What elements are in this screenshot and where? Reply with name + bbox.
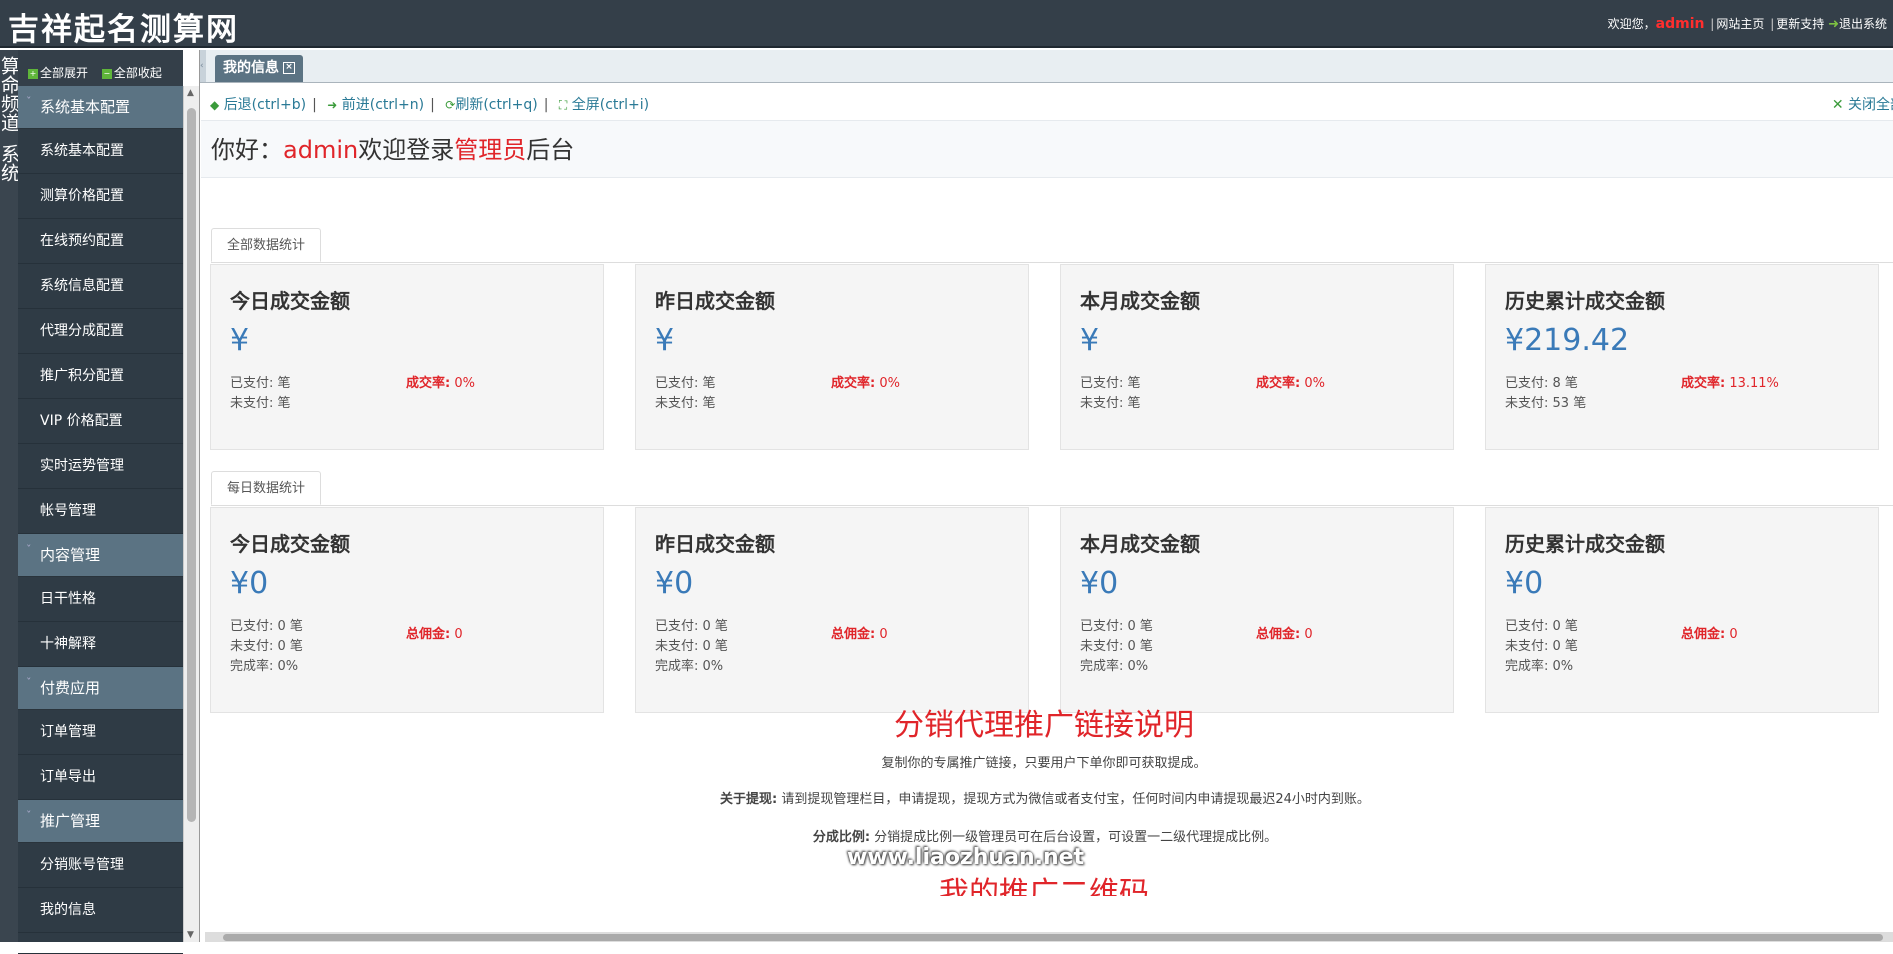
sidebar-item[interactable]: 十神解释 — [18, 622, 183, 667]
nav-toolbar: ◆ 后退(ctrl+b) | ➜ 前进(ctrl+n) | ⟳刷新(ctrl+q) |… — [200, 83, 1893, 121]
scrollbar-thumb[interactable] — [223, 934, 1883, 941]
sidebar-group-content[interactable]: ˇ 内容管理 — [18, 534, 183, 577]
sidebar-group-promotion[interactable]: ˇ 推广管理 — [18, 800, 183, 843]
sidebar-item[interactable]: 实时运势管理 — [18, 444, 183, 489]
divider: | — [1770, 17, 1775, 31]
sidebar-item[interactable]: 我的信息 — [18, 888, 183, 933]
daily-stat-card: 历史累计成交金额 ¥0 已支付: 0 笔 未支付: 0 笔 完成率: 0% 总佣… — [1485, 507, 1879, 713]
daily-stat-card: 昨日成交金额 ¥0 已支付: 0 笔 未支付: 0 笔 完成率: 0% 总佣金:… — [635, 507, 1029, 713]
sidebar-item[interactable]: 系统信息配置 — [18, 264, 183, 309]
fullscreen-icon: ⛶ — [558, 98, 568, 112]
collapse-all-button[interactable]: − 全部收起 — [101, 64, 162, 81]
minus-icon: − — [101, 68, 112, 79]
sidebar-item[interactable]: 系统基本配置 — [18, 129, 183, 174]
site-home-link[interactable]: 网站主页 — [1716, 17, 1764, 31]
sidebar-group-system[interactable]: ˇ 系统基本配置 — [18, 86, 183, 129]
scroll-down-icon[interactable]: ▼ — [187, 930, 194, 940]
stat-card: 历史累计成交金额 ¥219.42 已支付: 8 笔 未支付: 53 笔 成交率:… — [1485, 264, 1879, 450]
back-arrow-icon: ◆ — [210, 98, 220, 112]
sidebar-menu: ˇ 系统基本配置 系统基本配置 测算价格配置 在线预约配置 系统信息配置 代理分成… — [18, 86, 183, 954]
distribution-title: 分销代理推广链接说明 — [894, 708, 1194, 743]
sidebar-item[interactable]: 推广积分配置 — [18, 354, 183, 399]
fullscreen-button[interactable]: 全屏(ctrl+i) — [572, 97, 649, 113]
distribution-subtitle: 复制你的专属推广链接，只要用户下单你即可获取提成。 — [881, 756, 1207, 771]
logout-arrow-icon: ➜ — [1828, 17, 1839, 32]
close-icon: ✕ — [1831, 97, 1844, 113]
chevron-down-icon: ˇ — [26, 676, 32, 689]
plus-icon: + — [28, 68, 38, 79]
system-label[interactable]: 系统 — [0, 144, 20, 182]
sidebar-item[interactable]: 帐号管理 — [18, 489, 183, 534]
sidebar-item[interactable]: 推广 — [18, 933, 183, 954]
welcome-banner: 你好：admin欢迎登录管理员后台 — [201, 120, 1893, 178]
logout-link[interactable]: 退出系统 — [1839, 17, 1887, 31]
close-all-button[interactable]: ✕ 关闭全部 — [1832, 94, 1893, 114]
expand-all-button[interactable]: + 全部展开 — [28, 64, 88, 81]
scroll-up-icon[interactable]: ▲ — [187, 88, 194, 98]
sidebar-item[interactable]: 代理分成配置 — [18, 309, 183, 354]
chevron-down-icon: ˇ — [26, 95, 32, 108]
watermark: www.liaozhuan.net — [847, 845, 1085, 870]
sidebar-item[interactable]: 在线预约配置 — [18, 219, 183, 264]
tab-scroll-left-icon[interactable]: ‹ — [200, 50, 206, 82]
ratio-note: 分成比例: 分销提成比例一级管理员可在后台设置，可设置一二级代理提成比例。 — [812, 830, 1278, 845]
divider: | — [1710, 17, 1715, 31]
welcome-prefix: 欢迎您， — [1607, 17, 1656, 31]
tab-bar: ‹ 我的信息 × — [200, 50, 1893, 83]
channel-label[interactable]: 算命频道 — [0, 56, 20, 132]
tab-close-icon[interactable]: × — [283, 62, 295, 74]
daily-stat-card: 今日成交金额 ¥0 已支付: 0 笔 未支付: 0 笔 完成率: 0% 总佣金:… — [210, 507, 604, 713]
withdraw-note: 关于提现: 请到提现管理栏目，申请提现，提现方式为微信或者支付宝，任何时间内申请… — [720, 792, 1370, 807]
sidebar-item[interactable]: 测算价格配置 — [18, 174, 183, 219]
sidebar-item[interactable]: 订单管理 — [18, 710, 183, 755]
qr-code-title: 我的推广二维码 — [939, 876, 1149, 896]
forward-arrow-icon: ➜ — [327, 98, 338, 112]
scrollbar-thumb[interactable] — [187, 108, 196, 822]
chevron-down-icon: ˇ — [26, 543, 32, 556]
sidebar-item[interactable]: 日干性格 — [18, 577, 183, 622]
top-header: 吉祥起名测算网 欢迎您，admin | 网站主页 | 更新支持 ➜退出系统 — [0, 0, 1893, 48]
refresh-icon: ⟳ — [445, 98, 456, 112]
sidebar-item[interactable]: 分销账号管理 — [18, 843, 183, 888]
stat-card: 昨日成交金额 ¥ 已支付: 笔 未支付: 笔 成交率: 0% — [635, 264, 1029, 450]
section-divider — [211, 505, 1893, 506]
header-username: admin — [1655, 16, 1705, 32]
refresh-button[interactable]: 刷新(ctrl+q) — [455, 97, 537, 113]
tab-daily-stats[interactable]: 每日数据统计 — [211, 471, 322, 505]
stat-card: 本月成交金额 ¥ 已支付: 笔 未支付: 笔 成交率: 0% — [1060, 264, 1454, 450]
sidebar-item[interactable]: VIP 价格配置 — [18, 399, 183, 444]
section-divider — [211, 262, 1893, 263]
header-links: 欢迎您，admin | 网站主页 | 更新支持 ➜退出系统 — [1608, 15, 1887, 32]
site-logo: 吉祥起名测算网 — [8, 12, 239, 48]
daily-stat-card: 本月成交金额 ¥0 已支付: 0 笔 未支付: 0 笔 完成率: 0% 总佣金:… — [1060, 507, 1454, 713]
sidebar-group-paid-apps[interactable]: ˇ 付费应用 — [18, 667, 183, 710]
sidebar-scrollbar[interactable]: ▲ ▼ — [183, 86, 199, 942]
chevron-down-icon: ˇ — [26, 809, 32, 822]
horizontal-scrollbar[interactable] — [205, 932, 1893, 942]
tab-overall-stats[interactable]: 全部数据统计 — [211, 228, 322, 262]
channel-strip: 算命频道 系统 — [0, 50, 20, 942]
update-support-link[interactable]: 更新支持 — [1776, 17, 1824, 31]
sidebar-item[interactable]: 订单导出 — [18, 755, 183, 800]
back-button[interactable]: 后退(ctrl+b) — [224, 97, 306, 113]
main-panel: ‹ 我的信息 × ◆ 后退(ctrl+b) | ➜ 前进(ctrl+n) | ⟳刷新(… — [199, 50, 1893, 942]
forward-button[interactable]: 前进(ctrl+n) — [342, 97, 424, 113]
stat-card: 今日成交金额 ¥ 已支付: 笔 未支付: 笔 成交率: 0% — [210, 264, 604, 450]
tab-my-info[interactable]: 我的信息 × — [215, 55, 303, 82]
